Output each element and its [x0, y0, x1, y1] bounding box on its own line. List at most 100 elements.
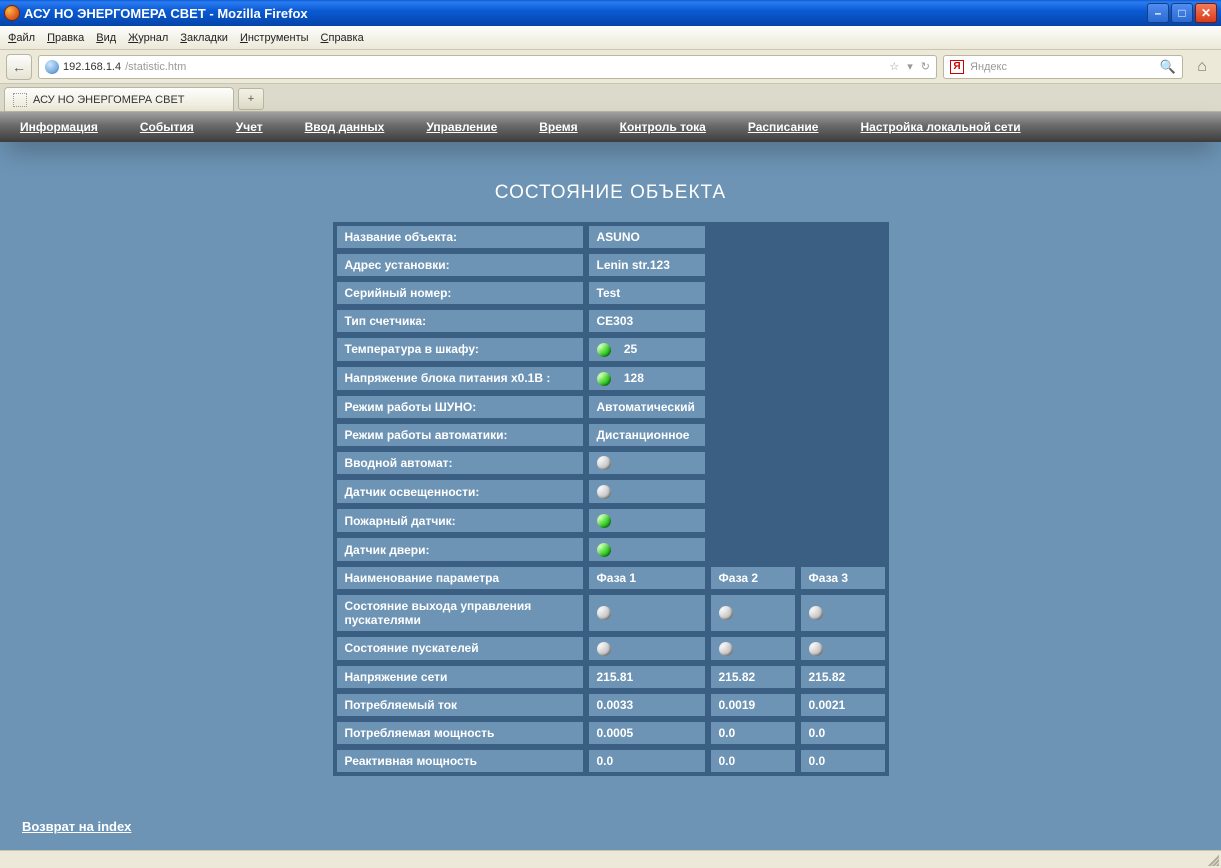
- url-path: /statistic.htm: [125, 61, 186, 73]
- phase-header-row: Наименование параметраФаза 1Фаза 2Фаза 3: [335, 565, 887, 591]
- status-label: Вводной автомат:: [335, 450, 585, 477]
- browser-toolbar: ← 192.168.1.4/statistic.htm ☆ ▾ ↻ Я Янде…: [0, 50, 1221, 84]
- menu-file[interactable]: Файл: [8, 32, 35, 44]
- status-row: Название объекта:ASUNO: [335, 224, 887, 250]
- new-tab-button[interactable]: +: [238, 88, 264, 110]
- phase-val-2: 0.0019: [709, 692, 797, 718]
- phase-val-1: [587, 635, 707, 662]
- nav-lan[interactable]: Настройка локальной сети: [860, 120, 1020, 134]
- status-label: Датчик освещенности:: [335, 478, 585, 505]
- status-label: Напряжение блока питания х0.1В :: [335, 365, 585, 392]
- back-button[interactable]: ←: [6, 54, 32, 80]
- window-titlebar: АСУ НО ЭНЕРГОМЕРА СВЕТ - Mozilla Firefox…: [0, 0, 1221, 26]
- status-row: Пожарный датчик:: [335, 507, 887, 534]
- return-index-link[interactable]: Возврат на index: [22, 819, 131, 834]
- phase-header-1: Фаза 1: [587, 565, 707, 591]
- nav-info[interactable]: Информация: [20, 120, 98, 134]
- nav-current[interactable]: Контроль тока: [620, 120, 706, 134]
- status-row: Датчик двери:: [335, 536, 887, 563]
- phase-label: Состояние пускателей: [335, 635, 585, 662]
- phase-row: Реактивная мощность0.00.00.0: [335, 748, 887, 774]
- tab-strip: АСУ НО ЭНЕРГОМЕРА СВЕТ +: [0, 84, 1221, 112]
- window-title: АСУ НО ЭНЕРГОМЕРА СВЕТ - Mozilla Firefox: [24, 6, 308, 21]
- phase-val-2: 0.0: [709, 720, 797, 746]
- nav-events[interactable]: События: [140, 120, 194, 134]
- phase-val-3: 215.82: [799, 664, 887, 690]
- status-row: Режим работы автоматики:Дистанционное: [335, 422, 887, 448]
- phase-val-3: 0.0: [799, 720, 887, 746]
- phase-label: Напряжение сети: [335, 664, 585, 690]
- phase-label: Реактивная мощность: [335, 748, 585, 774]
- reload-icon[interactable]: ↻: [921, 60, 930, 73]
- nav-schedule[interactable]: Расписание: [748, 120, 819, 134]
- phase-row: Напряжение сети215.81215.82215.82: [335, 664, 887, 690]
- site-nav: Информация События Учет Ввод данных Упра…: [0, 112, 1221, 142]
- home-button[interactable]: ⌂: [1189, 54, 1215, 80]
- status-row: Адрес установки:Lenin str.123: [335, 252, 887, 278]
- window-maximize-button[interactable]: □: [1171, 3, 1193, 23]
- phase-label: Потребляемый ток: [335, 692, 585, 718]
- phase-val-1: 0.0033: [587, 692, 707, 718]
- status-led: [587, 478, 707, 505]
- status-label: Температура в шкафу:: [335, 336, 585, 363]
- status-led: [587, 507, 707, 534]
- phase-label: Состояние выхода управления пускателями: [335, 593, 585, 633]
- status-label: Название объекта:: [335, 224, 585, 250]
- led-gray-icon: [597, 642, 611, 656]
- menu-history[interactable]: Журнал: [128, 32, 168, 44]
- nav-time[interactable]: Время: [539, 120, 577, 134]
- url-host: 192.168.1.4: [63, 61, 121, 73]
- led-gray-icon: [597, 606, 611, 620]
- window-minimize-button[interactable]: –: [1147, 3, 1169, 23]
- menu-edit[interactable]: Правка: [47, 32, 84, 44]
- status-label: Пожарный датчик:: [335, 507, 585, 534]
- status-value: 25: [587, 336, 707, 363]
- address-bar[interactable]: 192.168.1.4/statistic.htm ☆ ▾ ↻: [38, 55, 937, 79]
- firefox-icon: [4, 5, 20, 21]
- phase-header-2: Фаза 2: [709, 565, 797, 591]
- phase-row: Состояние выхода управления пускателями: [335, 593, 887, 633]
- status-value: СЕ303: [587, 308, 707, 334]
- phase-val-3: 0.0: [799, 748, 887, 774]
- status-label: Серийный номер:: [335, 280, 585, 306]
- menu-help[interactable]: Справка: [321, 32, 364, 44]
- history-dropdown-icon[interactable]: ▾: [907, 60, 913, 73]
- status-led: [587, 450, 707, 477]
- nav-input[interactable]: Ввод данных: [305, 120, 385, 134]
- resize-grip[interactable]: [1205, 852, 1219, 866]
- led-gray-icon: [809, 606, 823, 620]
- search-bar[interactable]: Я Яндекс 🔍: [943, 55, 1183, 79]
- nav-account[interactable]: Учет: [236, 120, 263, 134]
- status-value: Test: [587, 280, 707, 306]
- led-green-icon: [597, 514, 611, 528]
- phase-header-label: Наименование параметра: [335, 565, 585, 591]
- browser-statusbar: [0, 850, 1221, 868]
- led-green-icon: [597, 343, 611, 357]
- bookmark-star-icon[interactable]: ☆: [889, 60, 899, 73]
- status-value: Дистанционное: [587, 422, 707, 448]
- menu-tools[interactable]: Инструменты: [240, 32, 309, 44]
- phase-val-1: [587, 593, 707, 633]
- browser-tab[interactable]: АСУ НО ЭНЕРГОМЕРА СВЕТ: [4, 87, 234, 111]
- nav-control[interactable]: Управление: [426, 120, 497, 134]
- status-row: Вводной автомат:: [335, 450, 887, 477]
- phase-val-1: 215.81: [587, 664, 707, 690]
- site-identity-icon: [45, 60, 59, 74]
- window-close-button[interactable]: ✕: [1195, 3, 1217, 23]
- status-label: Датчик двери:: [335, 536, 585, 563]
- status-label: Адрес установки:: [335, 252, 585, 278]
- page-title: СОСТОЯНИЕ ОБЪЕКТА: [0, 182, 1221, 204]
- led-gray-icon: [719, 606, 733, 620]
- phase-val-2: [709, 593, 797, 633]
- status-label: Режим работы ШУНО:: [335, 394, 585, 420]
- menu-view[interactable]: Вид: [96, 32, 116, 44]
- menu-bookmarks[interactable]: Закладки: [180, 32, 228, 44]
- led-green-icon: [597, 543, 611, 557]
- status-value: 128: [587, 365, 707, 392]
- phase-val-1: 0.0: [587, 748, 707, 774]
- search-icon[interactable]: 🔍: [1160, 59, 1176, 75]
- phase-header-3: Фаза 3: [799, 565, 887, 591]
- search-placeholder: Яндекс: [970, 61, 1007, 73]
- status-label: Режим работы автоматики:: [335, 422, 585, 448]
- led-gray-icon: [597, 485, 611, 499]
